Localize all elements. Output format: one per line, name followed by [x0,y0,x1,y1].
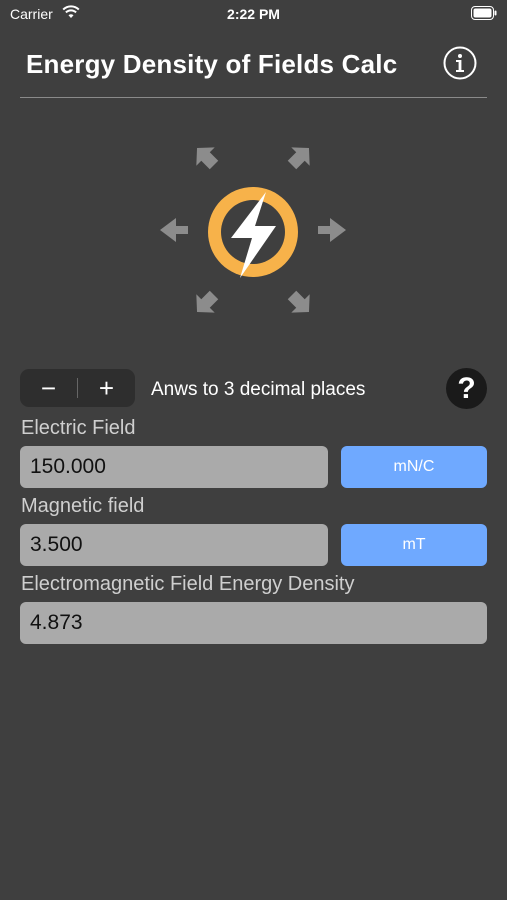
decimal-places-label: Anws to 3 decimal places [151,379,366,400]
info-icon[interactable] [443,46,477,80]
electric-field-input[interactable] [20,446,328,488]
status-bar: Carrier 2:22 PM [0,0,507,28]
energy-logo-icon [160,147,346,313]
electric-unit-button[interactable]: mN/C [341,446,487,488]
decimal-stepper[interactable]: − + [20,369,135,407]
magnetic-unit-button[interactable]: mT [341,524,487,566]
decrement-button[interactable]: − [20,369,77,407]
page-title: Energy Density of Fields Calc [26,49,398,79]
header-divider [20,97,487,98]
increment-button[interactable]: + [78,369,135,407]
electric-field-label: Electric Field [21,417,136,439]
help-icon[interactable]: ? [446,368,487,409]
clock: 2:22 PM [227,6,280,22]
magnetic-field-label: Magnetic field [21,495,145,517]
energy-density-output[interactable] [20,602,487,644]
magnetic-field-input[interactable] [20,524,328,566]
energy-density-label: Electromagnetic Field Energy Density [21,573,355,595]
battery-icon [471,6,497,20]
